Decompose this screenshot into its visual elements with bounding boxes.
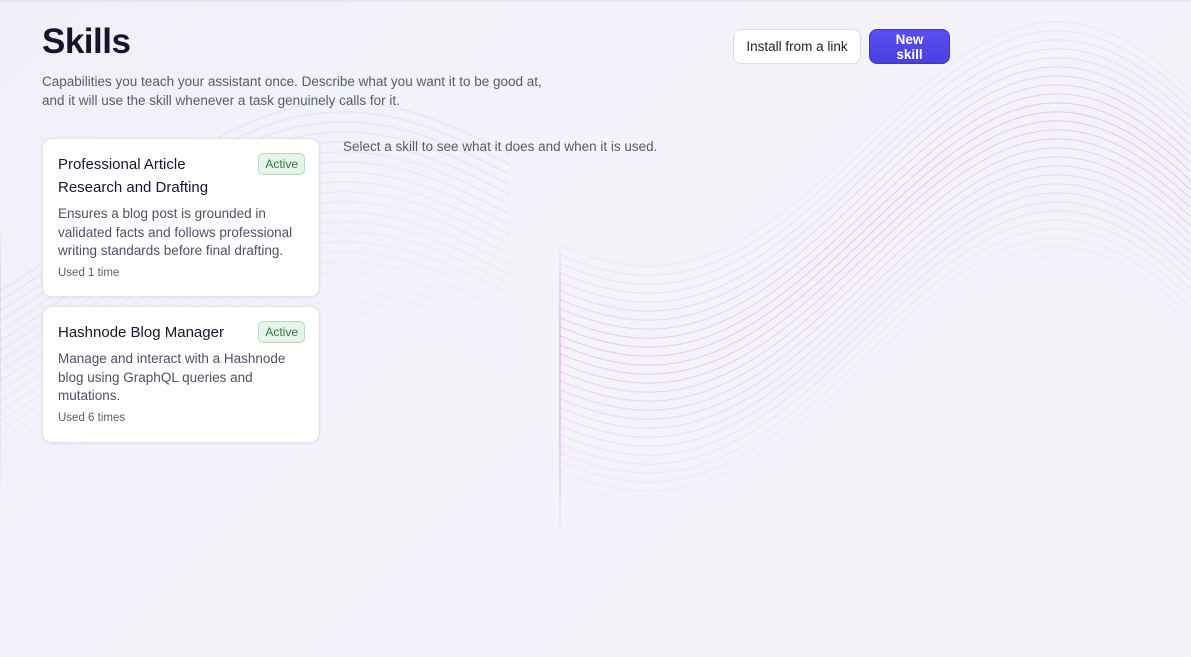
page-title: Skills	[42, 22, 131, 61]
page-subtitle: Capabilities you teach your assistant on…	[42, 72, 602, 110]
skill-usage-count: Used 6 times	[58, 411, 126, 424]
wave-line	[559, 264, 1191, 543]
status-badge: Active	[258, 321, 305, 343]
install-from-link-button[interactable]: Install from a link	[733, 29, 861, 64]
new-skill-button[interactable]: New skill	[869, 29, 950, 64]
wave-line	[559, 237, 1191, 516]
skill-name: Hashnode Blog Manager	[58, 324, 224, 341]
skill-card[interactable]: Professional Article Research and Drafti…	[42, 138, 320, 297]
skill-card[interactable]: Hashnode Blog Manager Active Manage and …	[42, 306, 320, 443]
skill-name: Professional Article Research and Drafti…	[58, 156, 209, 196]
status-badge: Active	[258, 153, 305, 175]
wave-line	[559, 255, 1191, 534]
header-actions: Install from a link New skill	[733, 29, 950, 64]
subtitle-line-1: Capabilities you teach your assistant on…	[42, 74, 542, 89]
subtitle-line-2: and it will use the skill whenever a tas…	[42, 93, 400, 108]
detail-empty-state: Select a skill to see what it does and w…	[343, 139, 658, 154]
skill-description: Manage and interact with a Hashnode blog…	[58, 351, 286, 403]
skill-description: Ensures a blog post is grounded in valid…	[58, 206, 293, 258]
wave-line	[559, 246, 1191, 525]
skill-usage-count: Used 1 time	[58, 266, 120, 279]
skill-list: Professional Article Research and Drafti…	[42, 138, 320, 452]
